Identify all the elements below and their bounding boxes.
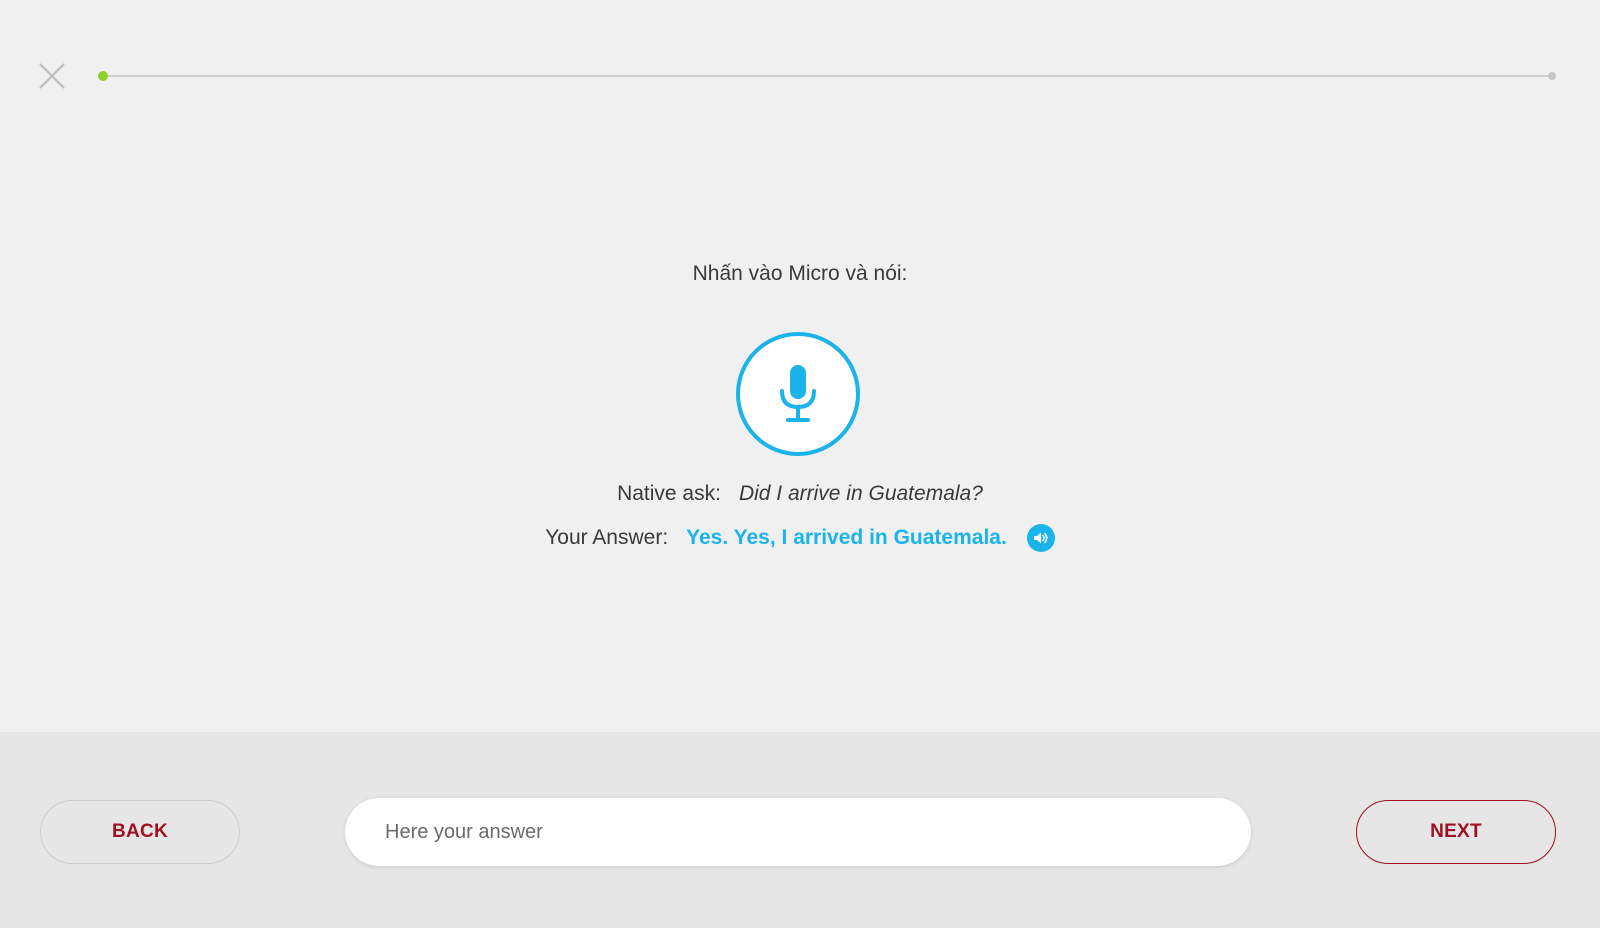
microphone-icon	[780, 365, 816, 422]
progress-track	[100, 75, 1552, 77]
your-answer-text: Yes. Yes, I arrived in Guatemala.	[686, 526, 1007, 549]
answer-input[interactable]	[345, 798, 1251, 866]
close-button[interactable]	[36, 60, 68, 92]
next-button[interactable]: NEXT	[1356, 800, 1556, 864]
close-icon	[39, 63, 65, 89]
lesson-page: Nhấn vào Micro và nói: Native ask: Did I…	[0, 0, 1600, 928]
instruction-text: Nhấn vào Micro và nói:	[692, 262, 908, 285]
your-answer-row: Your Answer: Yes. Yes, I arrived in Guat…	[0, 524, 1600, 552]
back-button[interactable]: BACK	[40, 800, 240, 864]
progress-end-dot	[1548, 72, 1556, 80]
footer-bar: BACK NEXT	[0, 732, 1600, 928]
native-ask-row: Native ask: Did I arrive in Guatemala?	[0, 482, 1600, 506]
your-answer-label: Your Answer:	[545, 526, 669, 549]
microphone-button[interactable]	[736, 332, 860, 456]
speaker-icon	[1033, 532, 1048, 544]
native-ask-text: Did I arrive in Guatemala?	[738, 482, 983, 505]
play-audio-button[interactable]	[1026, 524, 1055, 552]
native-ask-label: Native ask:	[617, 482, 721, 505]
progress-start-dot	[98, 71, 108, 81]
progress-bar	[98, 71, 1556, 81]
